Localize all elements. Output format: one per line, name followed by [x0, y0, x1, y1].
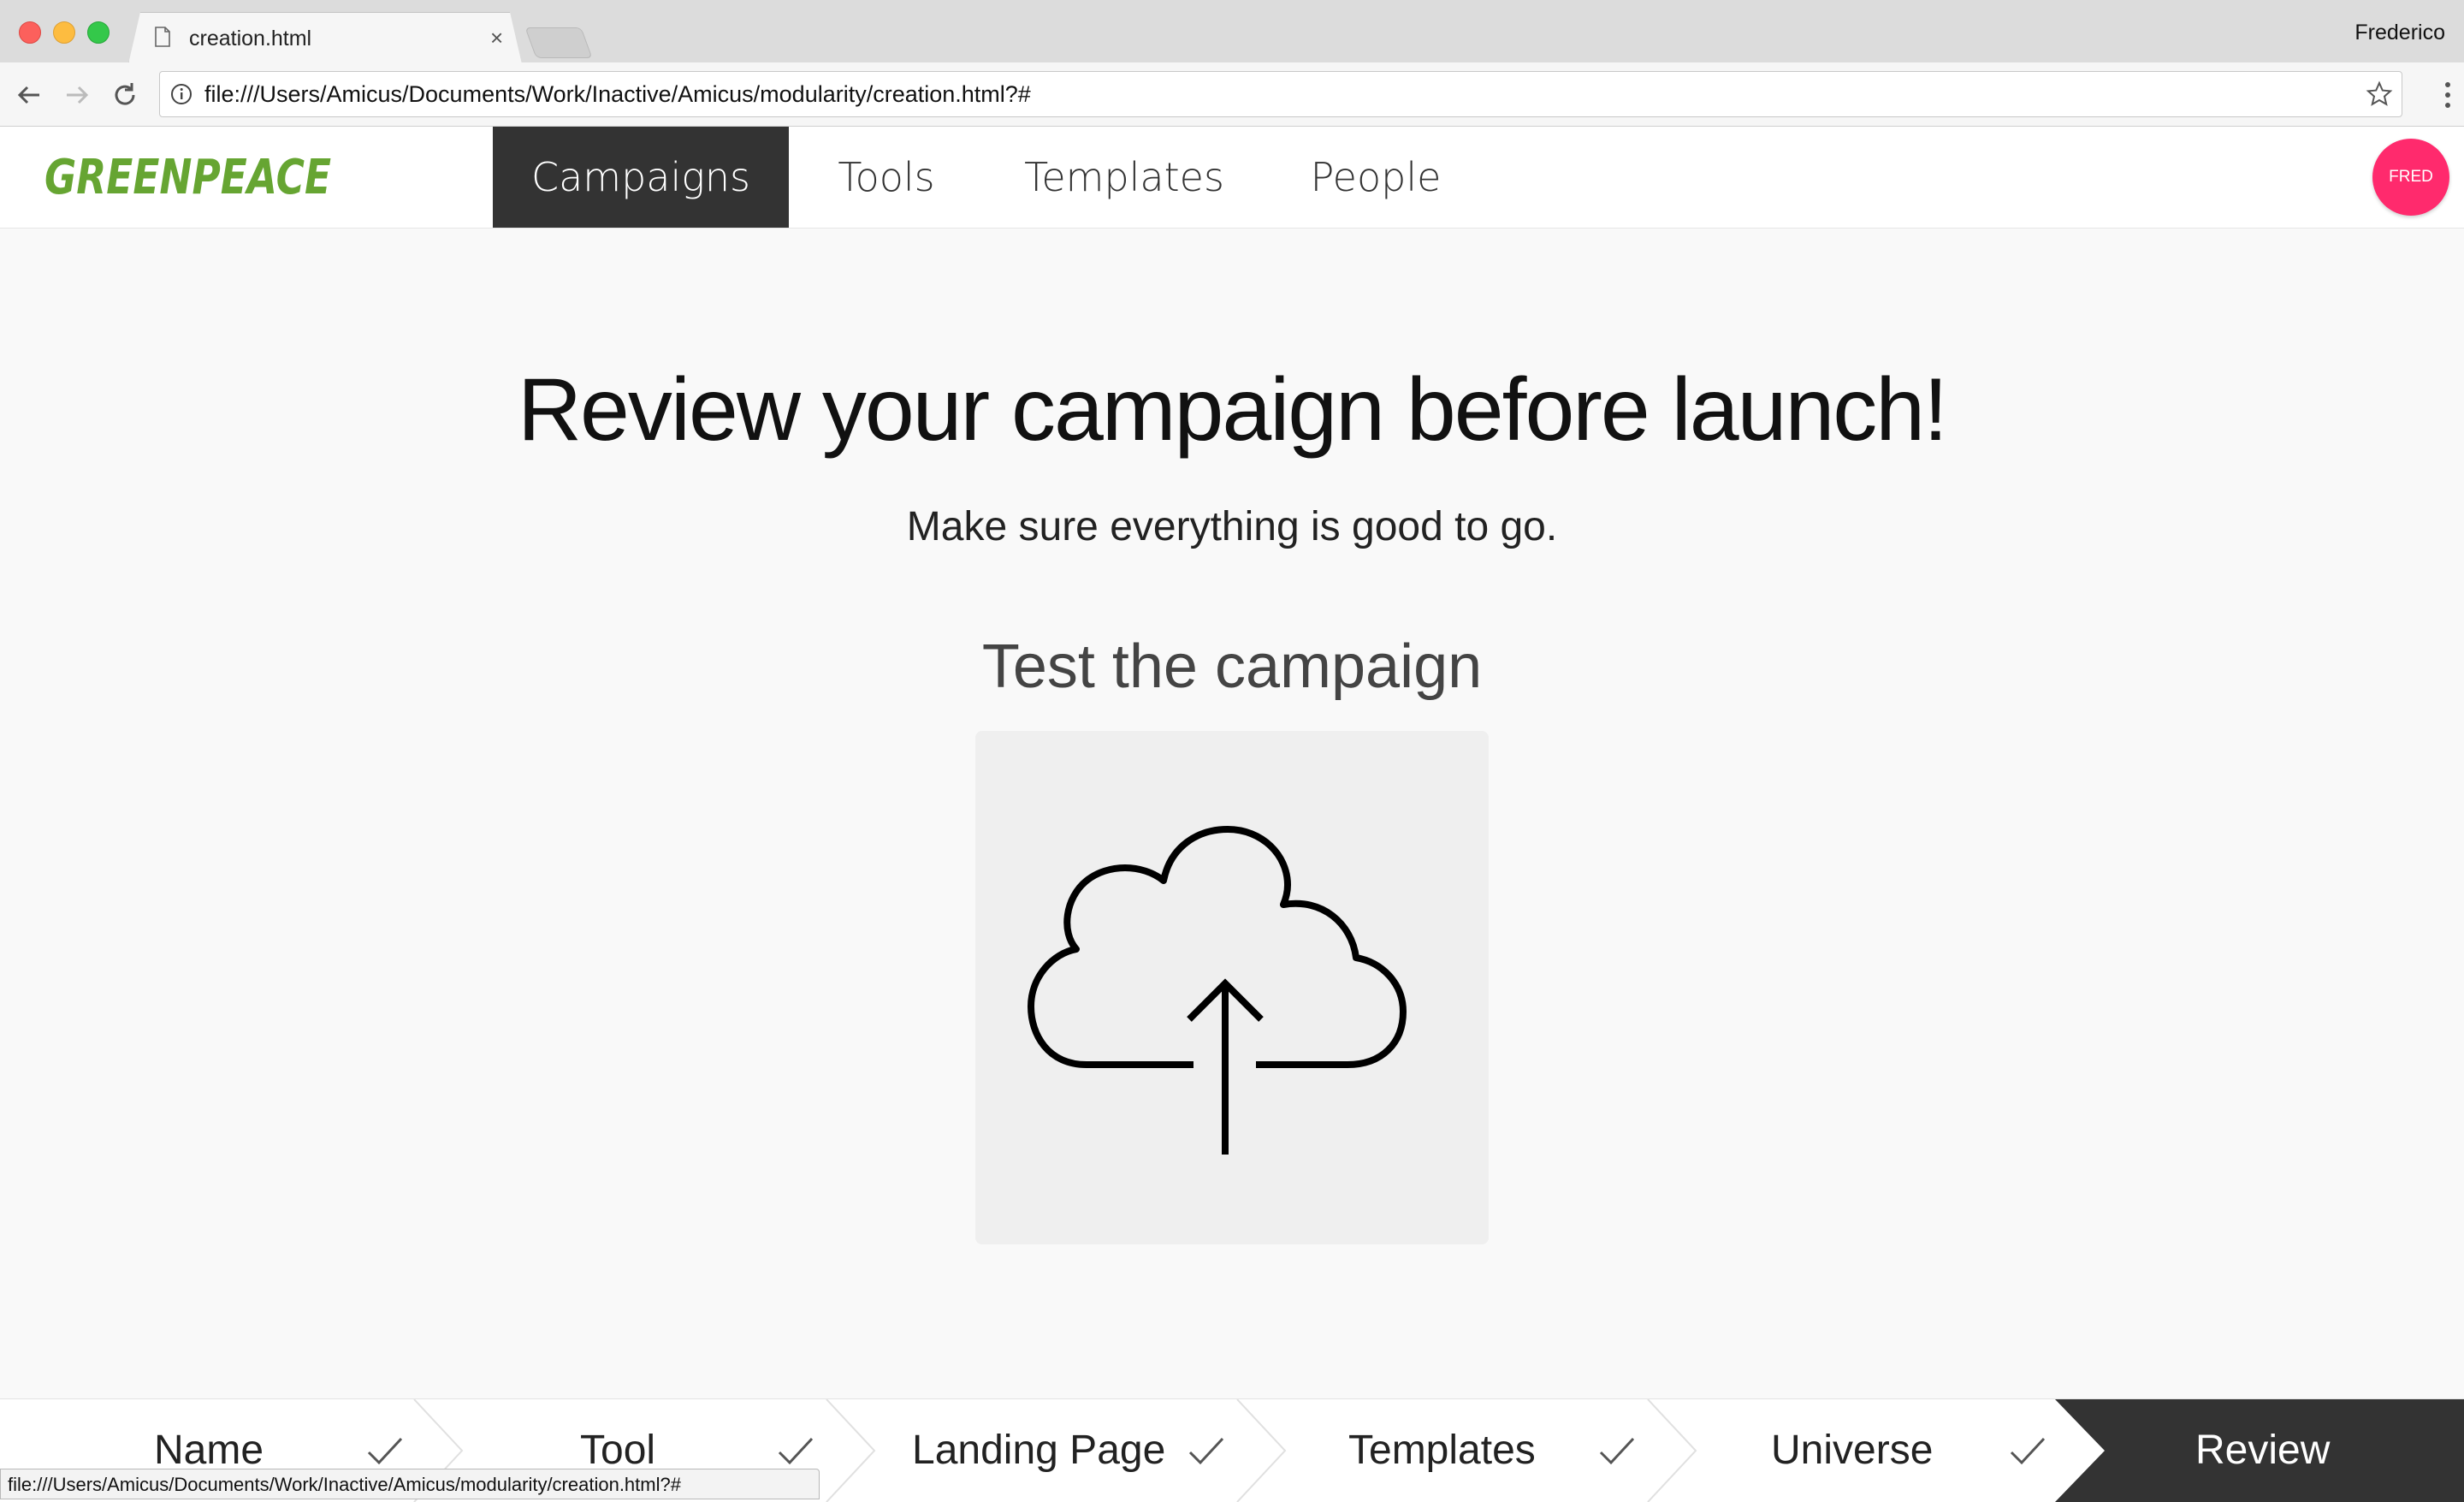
document-icon: [155, 27, 170, 47]
greenpeace-logo[interactable]: GREENPEACE: [44, 149, 335, 205]
checkmark-icon: [778, 1437, 814, 1465]
reload-button[interactable]: [110, 80, 140, 110]
close-window-button[interactable]: [19, 21, 41, 44]
browser-tab-bar: creation.html × Frederico: [0, 0, 2464, 64]
status-bar-url: file:///Users/Amicus/Documents/Work/Inac…: [0, 1469, 820, 1499]
tab-close-button[interactable]: ×: [490, 25, 503, 51]
browser-menu-icon[interactable]: [2443, 80, 2452, 110]
back-button[interactable]: [14, 80, 44, 110]
step-separator: [1647, 1399, 1697, 1502]
maximize-window-button[interactable]: [87, 21, 110, 44]
step-templates[interactable]: Templates: [1288, 1399, 1643, 1502]
checkmark-icon: [1188, 1437, 1224, 1465]
browser-tab[interactable]: creation.html ×: [128, 12, 522, 64]
browser-toolbar: file:///Users/Amicus/Documents/Work/Inac…: [0, 62, 2464, 127]
user-avatar[interactable]: FRED: [2372, 139, 2449, 216]
tab-title: creation.html: [189, 27, 312, 50]
forward-button[interactable]: [62, 80, 92, 110]
page-title: Review your campaign before launch!: [517, 360, 1948, 460]
step-review[interactable]: Review: [2055, 1399, 2464, 1502]
nav-tools[interactable]: Tools: [803, 127, 970, 228]
step-separator: [1236, 1399, 1287, 1502]
section-title: Test the campaign: [981, 632, 1483, 701]
step-separator: [826, 1399, 876, 1502]
bookmark-star-icon[interactable]: [2366, 80, 2393, 108]
step-label: Templates: [1348, 1428, 1536, 1473]
app-header: GREENPEACE Campaigns Tools Templates Peo…: [0, 127, 2464, 229]
step-label: Tool: [580, 1428, 656, 1473]
checkmark-icon: [2010, 1437, 2046, 1465]
step-landing-page[interactable]: Landing Page: [878, 1399, 1232, 1502]
nav-templates[interactable]: Templates: [1003, 127, 1246, 228]
nav-campaigns[interactable]: Campaigns: [493, 127, 789, 228]
checkmark-icon: [1599, 1437, 1635, 1465]
page-subtitle: Make sure everything is good to go.: [906, 504, 1558, 549]
cloud-upload-icon: [1028, 826, 1407, 1155]
arrow-left-icon: [17, 86, 39, 104]
profile-name[interactable]: Frederico: [2354, 21, 2445, 45]
step-label: Universe: [1771, 1428, 1934, 1473]
step-label: Landing Page: [912, 1428, 1166, 1473]
address-bar[interactable]: file:///Users/Amicus/Documents/Work/Inac…: [159, 71, 2402, 117]
step-label: Review: [2195, 1428, 2331, 1473]
step-universe[interactable]: Universe: [1699, 1399, 2053, 1502]
step-label: Name: [154, 1428, 264, 1473]
reload-icon: [115, 83, 135, 105]
checkmark-icon: [367, 1437, 403, 1465]
logo-text: GREENPEACE: [44, 150, 331, 205]
new-tab-button[interactable]: [524, 27, 593, 58]
arrow-right-icon: [67, 86, 89, 104]
minimize-window-button[interactable]: [53, 21, 75, 44]
nav-people[interactable]: People: [1278, 127, 1473, 228]
info-icon[interactable]: [170, 83, 192, 105]
test-campaign-upload[interactable]: [975, 731, 1489, 1244]
address-url[interactable]: file:///Users/Amicus/Documents/Work/Inac…: [204, 81, 1031, 108]
